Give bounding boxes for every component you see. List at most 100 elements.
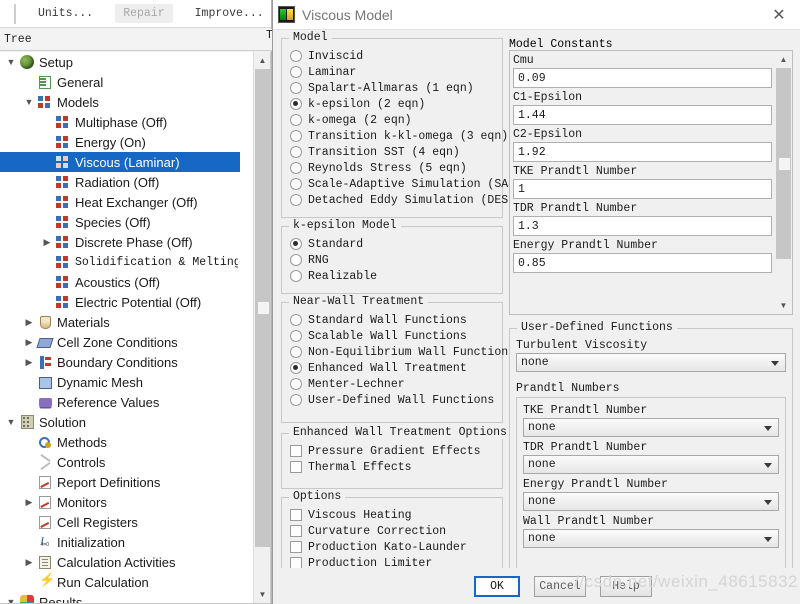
option-viscous-heating[interactable]: Viscous Heating (290, 507, 498, 523)
radio-icon[interactable] (290, 330, 302, 342)
ewt-option-thermal-effects[interactable]: Thermal Effects (290, 459, 498, 475)
tree-item-run-calculation[interactable]: ·Run Calculation (0, 572, 240, 592)
tree-item-solution[interactable]: ▼Solution (0, 412, 240, 432)
model-constants-scrollbar[interactable]: ▲ ▼ (775, 51, 792, 314)
prandtl-fields-list[interactable]: TKE Prandtl NumbernoneTDR Prandtl Number… (523, 404, 779, 552)
radio-icon[interactable] (290, 238, 302, 250)
ke-model-radio-list[interactable]: StandardRNGRealizable (290, 236, 498, 284)
prandtl-field-select[interactable]: none (523, 492, 779, 511)
task-page-tab[interactable]: T (265, 29, 272, 51)
scroll-down-icon[interactable]: ▼ (254, 586, 271, 603)
model-constant-input[interactable]: 1.92 (513, 142, 772, 162)
nearwall-option-user-defined-wall-functions[interactable]: User-Defined Wall Functions (290, 392, 498, 408)
cancel-button[interactable]: Cancel (534, 576, 586, 597)
tree-item-energy-on[interactable]: ·Energy (On) (0, 132, 240, 152)
radio-icon[interactable] (290, 114, 302, 126)
checkbox-icon[interactable] (290, 445, 302, 457)
radio-icon[interactable] (290, 254, 302, 266)
tree-item-dynamic-mesh[interactable]: ·Dynamic Mesh (0, 372, 240, 392)
tree-scrollbar[interactable]: ▲ ▼ (253, 52, 270, 603)
tree-scrollbar-thumb[interactable] (255, 69, 270, 547)
model-constants-fields[interactable]: Cmu0.09C1-Epsilon1.44C2-Epsilon1.92TKE P… (513, 54, 772, 276)
nearwall-option-enhanced-wall-treatment[interactable]: Enhanced Wall Treatment (290, 360, 498, 376)
radio-icon[interactable] (290, 130, 302, 142)
model-constants-panel[interactable]: Cmu0.09C1-Epsilon1.44C2-Epsilon1.92TKE P… (509, 50, 793, 315)
model-option-transition-sst-4-eqn[interactable]: Transition SST (4 eqn) (290, 144, 498, 160)
chevron-right-icon[interactable]: ▶ (22, 312, 36, 332)
chevron-right-icon[interactable]: ▶ (22, 352, 36, 372)
radio-icon[interactable] (290, 162, 302, 174)
ewt-checkbox-list[interactable]: Pressure Gradient EffectsThermal Effects (290, 443, 498, 475)
nearwall-option-menter-lechner[interactable]: Menter-Lechner (290, 376, 498, 392)
tree-item-models[interactable]: ▼Models (0, 92, 240, 112)
option-production-kato-launder[interactable]: Production Kato-Launder (290, 539, 498, 555)
turbulent-viscosity-select[interactable]: none (516, 353, 786, 372)
model-radio-list[interactable]: InviscidLaminarSpalart-Allmaras (1 eqn)k… (290, 48, 498, 208)
tree-item-reference-values[interactable]: ·Reference Values (0, 392, 240, 412)
checkbox-icon[interactable] (290, 509, 302, 521)
tree-item-calculation-activities[interactable]: ▶Calculation Activities (0, 552, 240, 572)
tree-item-electric-potential-off[interactable]: ·Electric Potential (Off) (0, 292, 240, 312)
ke-option-standard[interactable]: Standard (290, 236, 498, 252)
model-option-reynolds-stress-5-eqn[interactable]: Reynolds Stress (5 eqn) (290, 160, 498, 176)
chevron-down-icon[interactable]: ▼ (22, 92, 36, 112)
mc-scroll-up-icon[interactable]: ▲ (775, 51, 792, 68)
nearwall-option-standard-wall-functions[interactable]: Standard Wall Functions (290, 312, 498, 328)
radio-icon[interactable] (290, 146, 302, 158)
tree-item-viscous-laminar[interactable]: ·Viscous (Laminar) (0, 152, 240, 172)
tree-item-methods[interactable]: ·Methods (0, 432, 240, 452)
prandtl-field-select[interactable]: none (523, 418, 779, 437)
nearwall-option-scalable-wall-functions[interactable]: Scalable Wall Functions (290, 328, 498, 344)
ke-option-rng[interactable]: RNG (290, 252, 498, 268)
radio-icon[interactable] (290, 98, 302, 110)
chevron-right-icon[interactable]: ▶ (40, 232, 54, 252)
tree-item-multiphase-off[interactable]: ·Multiphase (Off) (0, 112, 240, 132)
radio-icon[interactable] (290, 346, 302, 358)
units-button[interactable]: Units... (30, 4, 101, 23)
chevron-down-icon[interactable]: ▼ (4, 412, 18, 432)
mc-scrollbar-thumb[interactable] (776, 68, 791, 259)
model-constant-input[interactable]: 0.09 (513, 68, 772, 88)
radio-icon[interactable] (290, 362, 302, 374)
tree-item-general[interactable]: ·General (0, 72, 240, 92)
options-checkbox-list[interactable]: Viscous HeatingCurvature CorrectionProdu… (290, 507, 498, 571)
model-option-spalart-allmaras-1-eqn[interactable]: Spalart-Allmaras (1 eqn) (290, 80, 498, 96)
ok-button[interactable]: OK (474, 576, 520, 597)
model-option-k-omega-2-eqn[interactable]: k-omega (2 eqn) (290, 112, 498, 128)
radio-icon[interactable] (290, 394, 302, 406)
tree-item-acoustics-off[interactable]: ·Acoustics (Off) (0, 272, 240, 292)
chevron-right-icon[interactable]: ▶ (22, 332, 36, 352)
outline-tree[interactable]: ▼Setup·General▼Models·Multiphase (Off)·E… (0, 52, 271, 604)
tree-item-controls[interactable]: ·Controls (0, 452, 240, 472)
checkbox-icon[interactable] (290, 541, 302, 553)
radio-icon[interactable] (290, 194, 302, 206)
improve-button[interactable]: Improve... (187, 4, 272, 23)
tree-item-setup[interactable]: ▼Setup (0, 52, 240, 72)
model-option-detached-eddy-simulation-des[interactable]: Detached Eddy Simulation (DES) (290, 192, 498, 208)
tree-item-materials[interactable]: ▶Materials (0, 312, 240, 332)
checkbox-icon[interactable] (290, 525, 302, 537)
close-icon[interactable]: ✕ (764, 2, 794, 28)
ke-option-realizable[interactable]: Realizable (290, 268, 498, 284)
tree-item-monitors[interactable]: ▶Monitors (0, 492, 240, 512)
tree-item-species-off[interactable]: ·Species (Off) (0, 212, 240, 232)
tree-item-radiation-off[interactable]: ·Radiation (Off) (0, 172, 240, 192)
tree-item-initialization[interactable]: ·Initialization (0, 532, 240, 552)
tree-item-cell-registers[interactable]: ·Cell Registers (0, 512, 240, 532)
radio-icon[interactable] (290, 178, 302, 190)
chevron-down-icon[interactable]: ▼ (4, 592, 18, 604)
nearwall-option-non-equilibrium-wall-functions[interactable]: Non-Equilibrium Wall Functions (290, 344, 498, 360)
model-option-transition-k-kl-omega-3-eqn[interactable]: Transition k-kl-omega (3 eqn) (290, 128, 498, 144)
near-wall-radio-list[interactable]: Standard Wall FunctionsScalable Wall Fun… (290, 312, 498, 408)
radio-icon[interactable] (290, 66, 302, 78)
help-button[interactable]: Help (600, 576, 652, 597)
tree-item-cell-zone-conditions[interactable]: ▶Cell Zone Conditions (0, 332, 240, 352)
tree-item-discrete-phase-off[interactable]: ▶Discrete Phase (Off) (0, 232, 240, 252)
model-constant-input[interactable]: 0.85 (513, 253, 772, 273)
radio-icon[interactable] (290, 50, 302, 62)
checkbox-icon[interactable] (290, 461, 302, 473)
ewt-option-pressure-gradient-effects[interactable]: Pressure Gradient Effects (290, 443, 498, 459)
mc-scroll-down-icon[interactable]: ▼ (775, 297, 792, 314)
radio-icon[interactable] (290, 82, 302, 94)
tree-item-heat-exchanger-off[interactable]: ·Heat Exchanger (Off) (0, 192, 240, 212)
